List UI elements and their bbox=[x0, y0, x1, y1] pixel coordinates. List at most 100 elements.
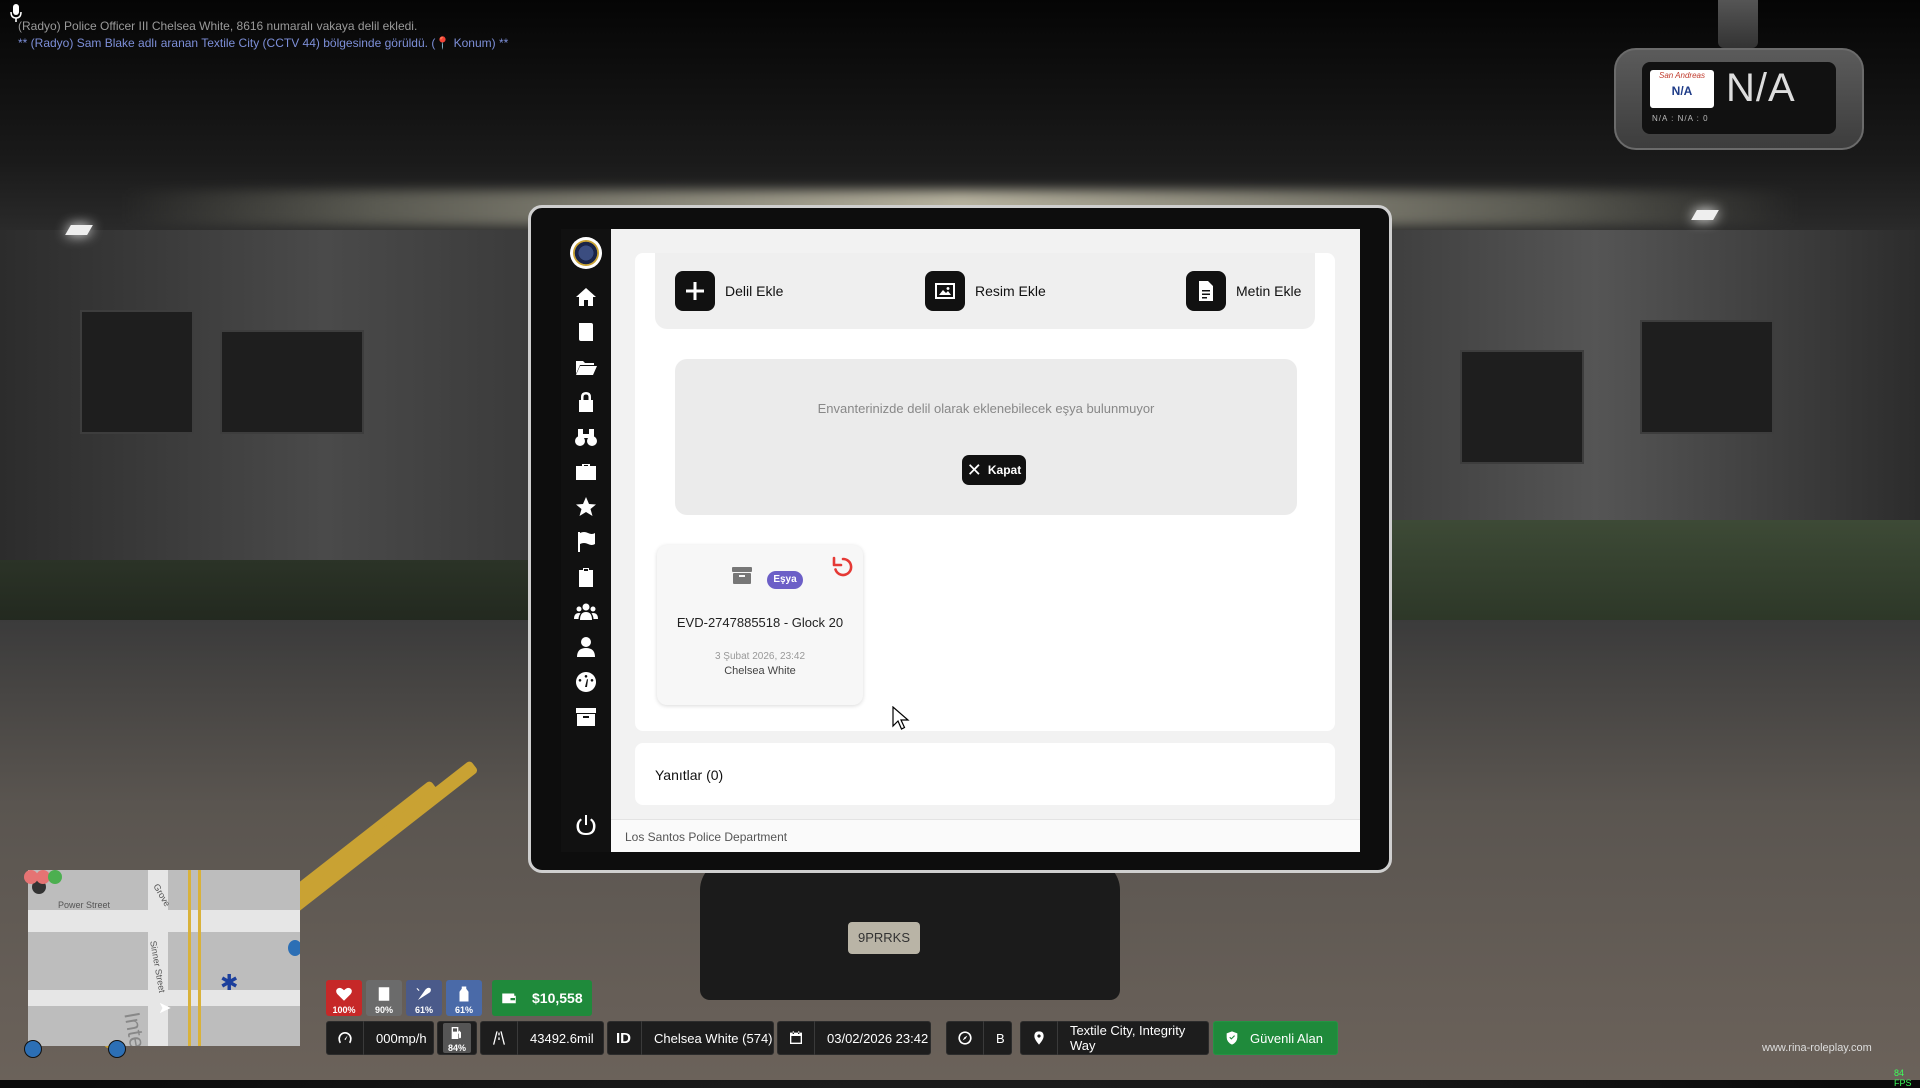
add-evidence-button[interactable]: Delil Ekle bbox=[675, 271, 783, 311]
add-text-button[interactable]: Metin Ekle bbox=[1186, 271, 1301, 311]
plate-card: San Andreas N/A bbox=[1650, 70, 1714, 108]
plate-state: San Andreas bbox=[1659, 71, 1705, 80]
wallet-icon bbox=[502, 993, 516, 1004]
dashboard-icon[interactable] bbox=[561, 666, 611, 698]
street-label: Power Street bbox=[58, 900, 111, 910]
map-status-dot bbox=[48, 870, 62, 884]
tablet-screen: Delil Ekle Resim Ekle Metin Ekle Envante… bbox=[561, 229, 1360, 852]
wall-window bbox=[1640, 320, 1774, 434]
evidence-date: 3 Şubat 2026, 23:42 bbox=[714, 651, 806, 662]
power-icon[interactable] bbox=[561, 809, 611, 841]
wall-window bbox=[1460, 350, 1584, 464]
map-road-line bbox=[198, 870, 201, 1046]
department-name: Los Santos Police Department bbox=[625, 830, 788, 844]
id-icon: ID bbox=[616, 1029, 631, 1047]
evidence-panel: Delil Ekle Resim Ekle Metin Ekle Envante… bbox=[635, 253, 1335, 731]
inventory-empty-box: Envanterinizde delil olarak eklenebilece… bbox=[675, 359, 1297, 515]
evidence-card[interactable]: Eşya EVD-2747885518 - Glock 20 3 Şubat 2… bbox=[657, 545, 863, 705]
hospital-blip-icon: ✱ bbox=[220, 970, 239, 995]
dashcam-screen: San Andreas N/A N/A N/A : N/A : 0 bbox=[1642, 62, 1836, 134]
armor-value: 90% bbox=[374, 1005, 393, 1015]
empty-inventory-message: Envanterinizde delil olarak eklenebilece… bbox=[817, 401, 1155, 416]
zone-display: Güvenli Alan bbox=[1213, 1021, 1338, 1055]
chat-line: ** (Radyo) Sam Blake adlı aranan Textile… bbox=[18, 36, 509, 50]
main-content: Delil Ekle Resim Ekle Metin Ekle Envante… bbox=[611, 229, 1360, 819]
evidence-title: EVD-2747885518 - Glock 20 bbox=[676, 615, 844, 630]
tablet-footer: Los Santos Police Department bbox=[611, 819, 1360, 852]
fuel-display: 84% bbox=[437, 1021, 477, 1055]
food-icon bbox=[416, 987, 431, 1000]
compass-direction: B bbox=[996, 1030, 1005, 1046]
replies-label: Yanıtlar (0) bbox=[655, 767, 724, 783]
heart-icon bbox=[336, 987, 352, 1001]
replies-section[interactable]: Yanıtlar (0) bbox=[635, 743, 1335, 805]
map-corner-dot bbox=[24, 1040, 42, 1058]
undo-icon[interactable] bbox=[831, 555, 855, 579]
compass-display: B bbox=[946, 1021, 1012, 1055]
flag-icon[interactable] bbox=[561, 526, 611, 558]
speed-display: 000mp/h bbox=[326, 1021, 434, 1055]
dashcam: San Andreas N/A N/A N/A : N/A : 0 bbox=[1614, 48, 1864, 150]
datetime-value: 03/02/2026 23:42 bbox=[827, 1030, 929, 1046]
datetime-display: 03/02/2026 23:42 bbox=[777, 1021, 931, 1055]
health-status: 100% bbox=[326, 980, 362, 1016]
star-icon[interactable] bbox=[561, 491, 611, 523]
road-icon bbox=[493, 1031, 505, 1045]
close-icon: ✕ bbox=[966, 460, 982, 480]
binoculars-icon[interactable] bbox=[561, 421, 611, 453]
location-value: Textile City, Integrity Way bbox=[1069, 1023, 1186, 1053]
location-pin-icon bbox=[1034, 1031, 1044, 1045]
fuel-icon bbox=[451, 1027, 461, 1039]
calendar-icon bbox=[790, 1031, 802, 1044]
hunger-value: 61% bbox=[414, 1005, 433, 1015]
box-icon bbox=[732, 567, 752, 584]
shield-icon bbox=[1226, 1031, 1238, 1045]
dashcam-sub: N/A : N/A : 0 bbox=[1652, 114, 1709, 123]
users-icon[interactable] bbox=[561, 596, 611, 628]
minimap: Power Street Sinner Street Grove Inte ✱ … bbox=[28, 870, 300, 1046]
location-display: Textile City, Integrity Way bbox=[1020, 1021, 1209, 1055]
map-road-line bbox=[188, 870, 191, 1046]
wall-window bbox=[220, 330, 364, 434]
close-button[interactable]: ✕ Kapat bbox=[962, 455, 1026, 485]
street-label: Inte bbox=[119, 1010, 151, 1046]
player-id-display: ID Chelsea White (574) bbox=[607, 1021, 774, 1055]
fuel-value: 84% bbox=[447, 1043, 466, 1053]
fps-counter: 84 FPS bbox=[1894, 1068, 1912, 1088]
speedometer-icon bbox=[338, 1032, 352, 1044]
money-value: $10,558 bbox=[532, 990, 583, 1006]
odometer-value: 43492.6mil bbox=[530, 1030, 594, 1046]
car-plate: 9PRRKS bbox=[848, 922, 920, 954]
thirst-status: 61% bbox=[446, 980, 482, 1016]
chat-line: (Radyo) Police Officer III Chelsea White… bbox=[18, 19, 418, 33]
document-icon bbox=[1186, 271, 1226, 311]
close-label: Kapat bbox=[987, 463, 1022, 477]
plus-icon bbox=[675, 271, 715, 311]
lspd-seal-logo bbox=[570, 237, 602, 269]
report-icon[interactable] bbox=[561, 316, 611, 348]
item-type-badge: Eşya bbox=[767, 571, 803, 589]
map-blip-icon bbox=[288, 940, 300, 956]
clipboard-icon[interactable] bbox=[561, 561, 611, 593]
armor-icon bbox=[378, 987, 390, 1001]
archive-icon[interactable] bbox=[561, 701, 611, 733]
add-image-button[interactable]: Resim Ekle bbox=[925, 271, 1046, 311]
wall-window bbox=[80, 310, 194, 434]
folder-icon[interactable] bbox=[561, 351, 611, 383]
player-arrow-icon: ➤ bbox=[158, 1000, 172, 1017]
lock-icon[interactable] bbox=[561, 386, 611, 418]
evidence-toolbar: Delil Ekle Resim Ekle Metin Ekle bbox=[655, 253, 1315, 329]
chat-box: (Radyo) Police Officer III Chelsea White… bbox=[18, 18, 508, 52]
image-icon bbox=[925, 271, 965, 311]
add-evidence-label: Delil Ekle bbox=[725, 283, 784, 299]
user-icon[interactable] bbox=[561, 631, 611, 663]
thirst-value: 61% bbox=[454, 1005, 473, 1015]
mouse-cursor-icon bbox=[892, 706, 910, 730]
odometer-display: 43492.6mil bbox=[480, 1021, 604, 1055]
speed-value: 000mp/h bbox=[376, 1030, 427, 1046]
home-icon[interactable] bbox=[561, 281, 611, 313]
mdt-tablet: Delil Ekle Resim Ekle Metin Ekle Envante… bbox=[528, 205, 1392, 873]
server-watermark: www.rina-roleplay.com bbox=[1762, 1042, 1872, 1054]
briefcase-icon[interactable] bbox=[561, 456, 611, 488]
sidebar bbox=[561, 229, 611, 852]
